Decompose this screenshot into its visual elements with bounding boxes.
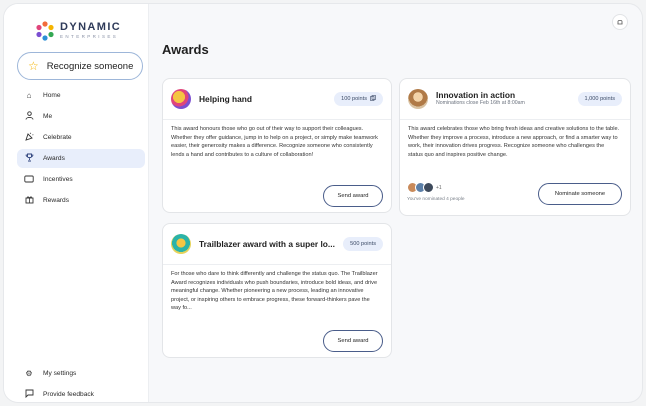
sidebar-nav: ⌂ Home Me Celebrate Awards Incentives Re…	[17, 86, 145, 212]
feedback-icon	[23, 389, 35, 400]
copy-icon	[370, 95, 376, 103]
logo-icon	[36, 21, 54, 41]
sidebar-item-label: Home	[43, 92, 61, 99]
sidebar-item-me[interactable]: Me	[17, 107, 145, 126]
nomination-deadline: Nominations close Feb 16th at 8:00am	[436, 100, 525, 107]
send-award-button[interactable]: Send award	[323, 185, 383, 207]
award-description: For those who dare to think differently …	[171, 271, 378, 311]
page-title: Awards	[162, 42, 209, 57]
award-avatar	[171, 89, 191, 109]
sidebar-item-celebrate[interactable]: Celebrate	[17, 128, 145, 147]
star-icon: ☆	[28, 59, 39, 73]
home-icon: ⌂	[26, 91, 32, 100]
main-content: Awards Helping hand 100 points This awar…	[150, 4, 642, 402]
gift-icon	[23, 195, 35, 206]
points-label: 1,000 points	[584, 96, 615, 102]
sidebar-item-home[interactable]: ⌂ Home	[17, 86, 145, 105]
award-title: Helping hand	[199, 94, 253, 104]
points-label: 500 points	[350, 241, 376, 247]
award-avatar	[408, 89, 428, 109]
card-divider	[163, 264, 391, 265]
sidebar-item-provide-feedback[interactable]: Provide feedback	[17, 385, 145, 402]
more-count: +1	[436, 184, 442, 191]
sidebar-item-label: Provide feedback	[43, 391, 94, 398]
sidebar-item-label: Rewards	[43, 197, 70, 204]
award-card-helping-hand: Helping hand 100 points This award honou…	[162, 78, 392, 213]
award-avatar	[171, 234, 191, 254]
brand-logo: DYNAMIC ENTERPRISES	[34, 20, 121, 42]
sidebar-item-label: My settings	[43, 370, 77, 377]
sidebar-item-label: Me	[43, 113, 53, 120]
sidebar-item-awards[interactable]: Awards	[17, 149, 145, 168]
points-label: 100 points	[341, 96, 367, 102]
gear-icon: ⚙	[25, 369, 33, 378]
award-description: This award celebrates those who bring fr…	[408, 126, 620, 158]
sidebar-item-my-settings[interactable]: ⚙ My settings	[17, 364, 145, 383]
person-icon	[23, 111, 35, 122]
avatar	[423, 182, 434, 193]
award-card-innovation-in-action: Innovation in action Nominations close F…	[399, 78, 631, 216]
nominees-avatars: +1	[407, 182, 442, 193]
sidebar-item-label: Incentives	[43, 176, 73, 183]
trophy-icon	[23, 153, 35, 164]
sidebar-item-label: Awards	[43, 155, 65, 162]
points-badge: 500 points	[343, 237, 383, 251]
sidebar-item-incentives[interactable]: Incentives	[17, 170, 145, 189]
nominated-count: You've nominated 4 people	[407, 197, 465, 202]
sidebar-item-label: Celebrate	[43, 134, 72, 141]
send-award-button[interactable]: Send award	[323, 330, 383, 352]
award-card-trailblazer: Trailblazer award with a super lo... 500…	[162, 223, 392, 358]
award-title: Trailblazer award with a super lo...	[199, 239, 335, 249]
sidebar: DYNAMIC ENTERPRISES ☆ Recognize someone …	[4, 4, 149, 402]
award-description: This award honours those who go out of t…	[171, 126, 378, 158]
award-title: Innovation in action	[436, 90, 516, 100]
brand-subtitle: ENTERPRISES	[60, 34, 119, 40]
app-window: DYNAMIC ENTERPRISES ☆ Recognize someone …	[4, 4, 642, 402]
brand-name: DYNAMIC	[60, 21, 122, 34]
sidebar-item-rewards[interactable]: Rewards	[17, 191, 145, 210]
account-icon[interactable]	[612, 14, 628, 30]
points-badge: 1,000 points	[577, 92, 622, 106]
celebrate-icon	[23, 132, 35, 143]
card-divider	[400, 119, 630, 120]
sidebar-bottom-nav: ⚙ My settings Provide feedback	[17, 364, 145, 402]
ticket-icon	[23, 175, 35, 185]
card-divider	[163, 119, 391, 120]
points-badge: 100 points	[334, 92, 383, 106]
nominate-someone-button[interactable]: Nominate someone	[538, 183, 622, 205]
recognize-someone-button[interactable]: ☆ Recognize someone	[17, 52, 143, 80]
recognize-label: Recognize someone	[46, 60, 134, 72]
